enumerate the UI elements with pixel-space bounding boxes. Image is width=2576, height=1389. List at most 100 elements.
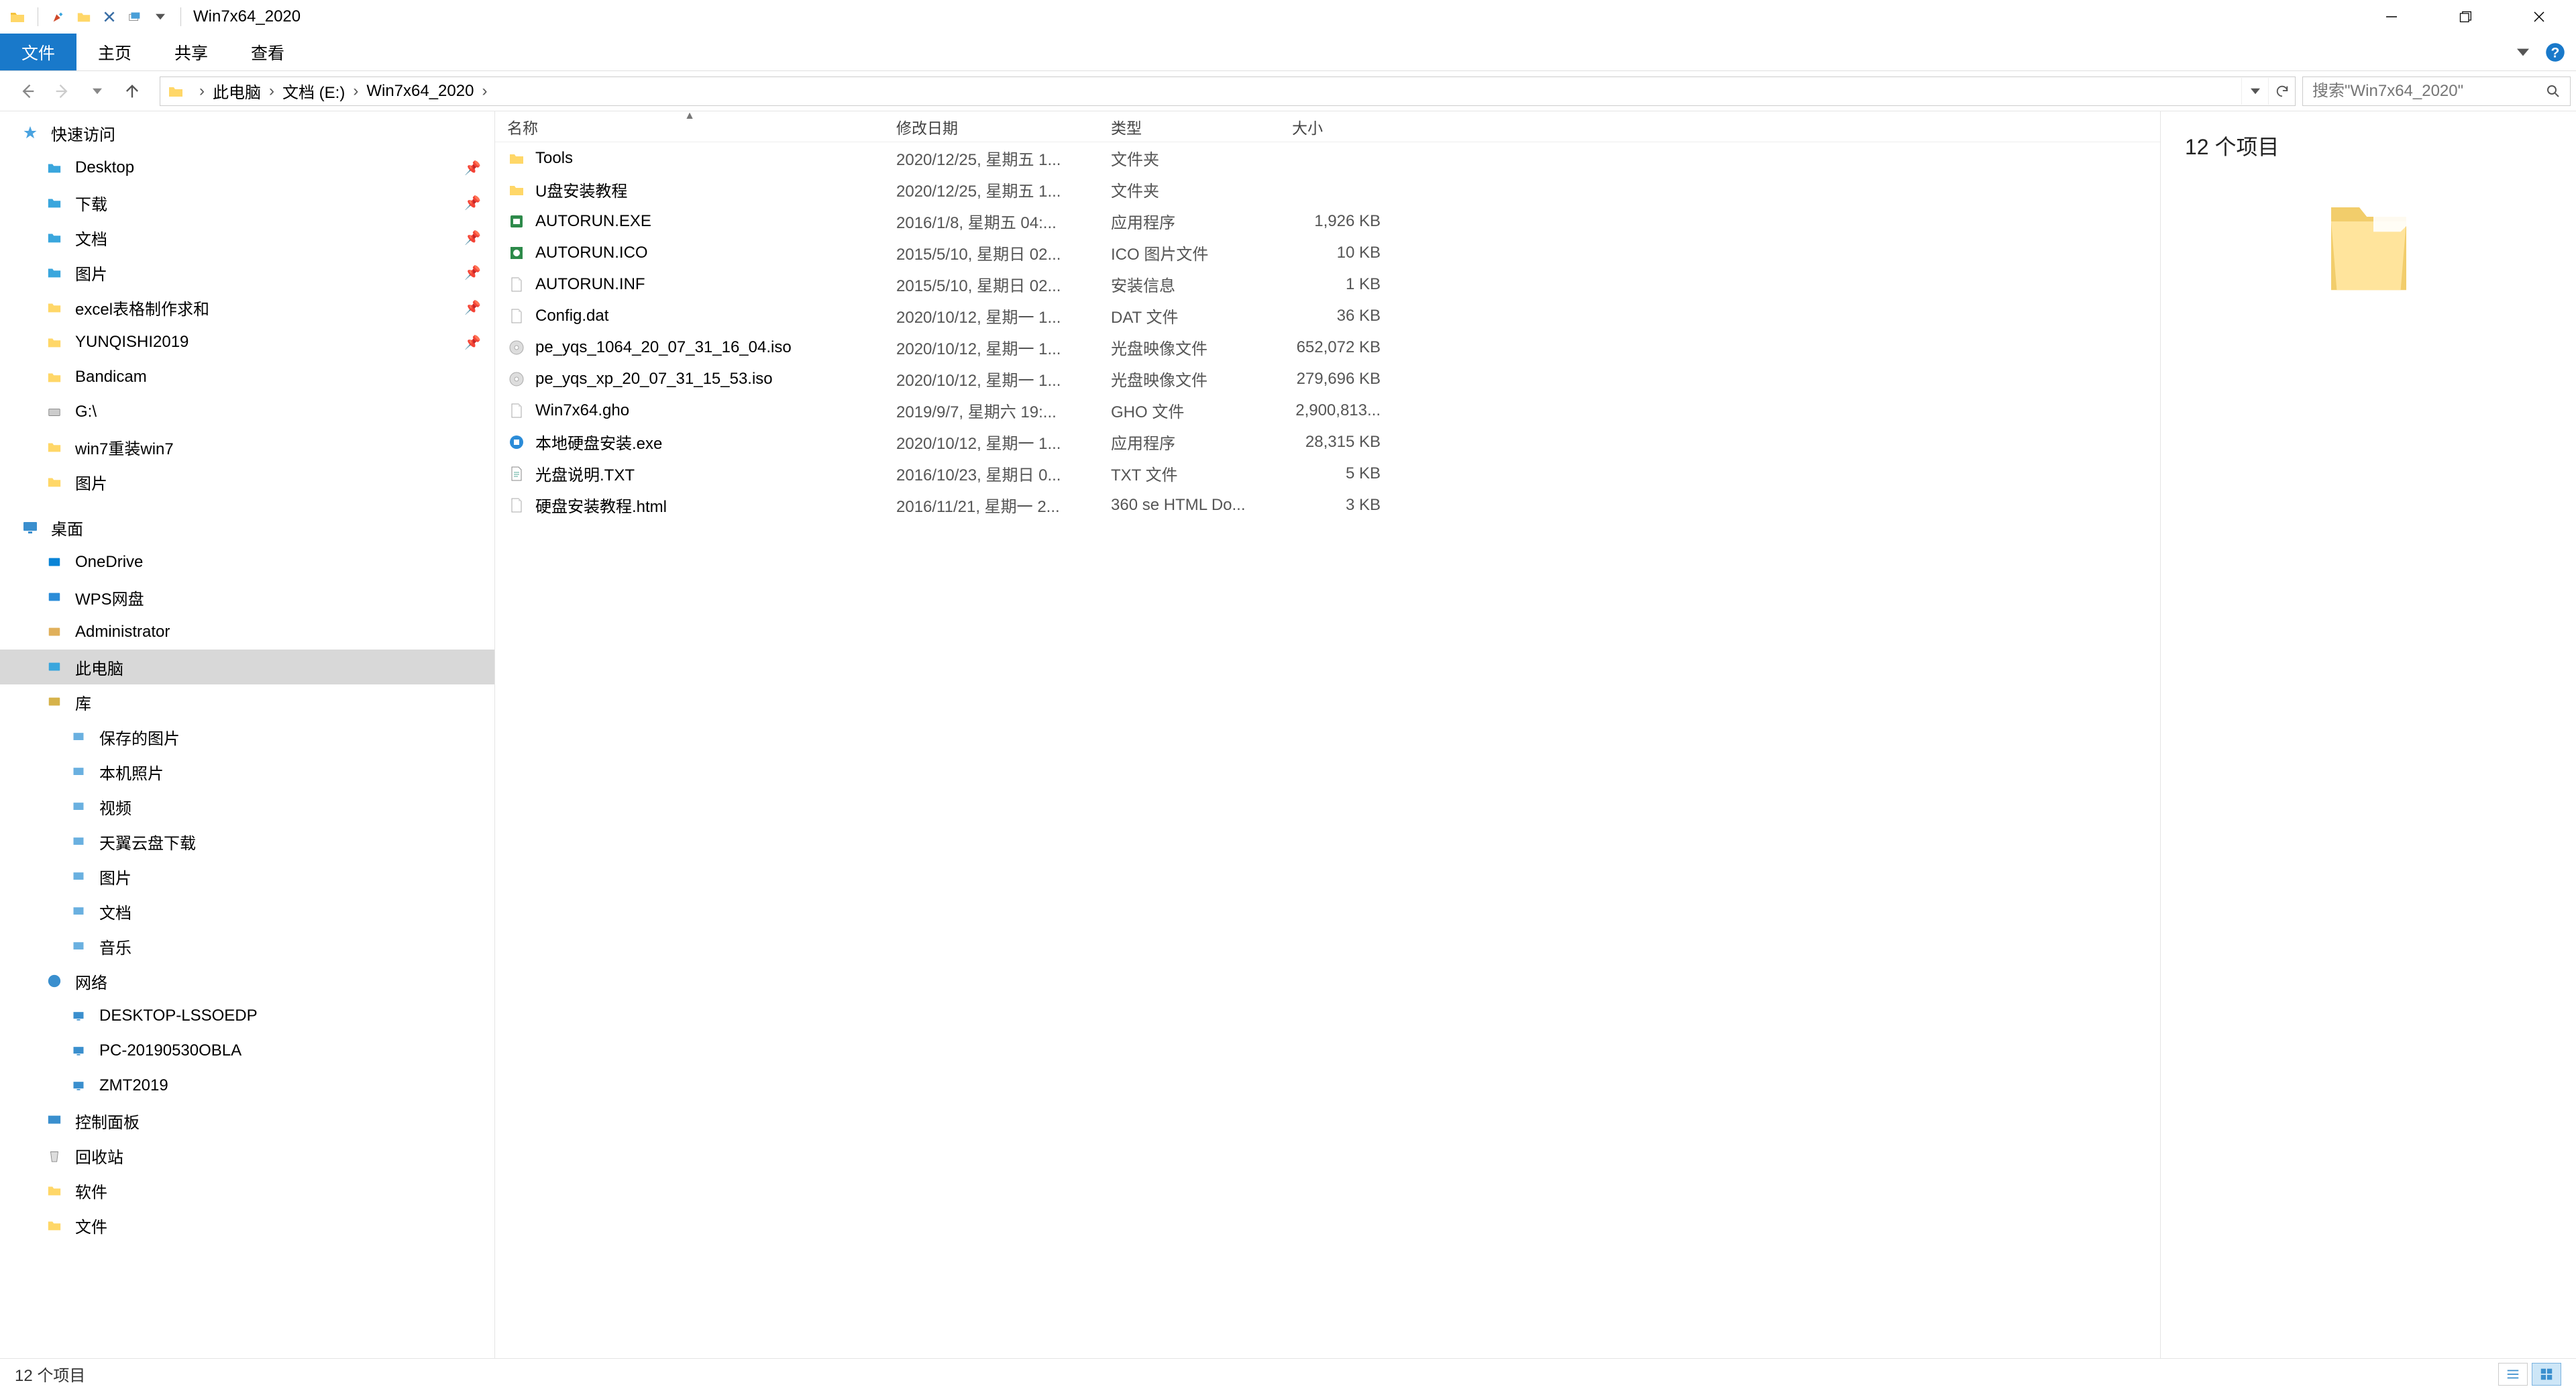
sidebar-item[interactable]: 视频 [0, 789, 494, 824]
sidebar-item[interactable]: 图片📌 [0, 255, 494, 290]
sidebar-item[interactable]: 此电脑 [0, 650, 494, 684]
tab-file[interactable]: 文件 [0, 34, 76, 70]
library-icon [68, 727, 89, 747]
help-icon[interactable]: ? [2544, 41, 2567, 64]
folder-icon [44, 1180, 64, 1200]
breadcrumb-segment[interactable]: 文档 (E:)› [282, 79, 366, 103]
column-type[interactable]: 类型 [1099, 111, 1280, 142]
folder-icon [44, 1215, 64, 1235]
sidebar-item[interactable]: 图片 [0, 859, 494, 894]
file-list[interactable]: 名称▲ 修改日期 类型 大小 Tools2020/12/25, 星期五 1...… [495, 111, 2160, 1358]
file-icon [507, 464, 526, 483]
file-row[interactable]: 硬盘安装教程.html2016/11/21, 星期一 2...360 se HT… [495, 489, 2160, 521]
file-row[interactable]: 光盘说明.TXT2016/10/23, 星期日 0...TXT 文件5 KB [495, 458, 2160, 489]
file-row[interactable]: AUTORUN.ICO2015/5/10, 星期日 02...ICO 图片文件1… [495, 237, 2160, 268]
file-icon [507, 212, 526, 231]
folder-icon [44, 227, 64, 248]
file-row[interactable]: 本地硬盘安装.exe2020/10/12, 星期一 1...应用程序28,315… [495, 426, 2160, 458]
close-button[interactable] [2502, 0, 2576, 34]
tab-view[interactable]: 查看 [229, 34, 306, 70]
sidebar-item[interactable]: G:\ [0, 395, 494, 429]
tab-home[interactable]: 主页 [76, 34, 153, 70]
up-button[interactable] [121, 80, 144, 103]
view-details-button[interactable] [2498, 1363, 2528, 1386]
address-dropdown-icon[interactable] [2241, 78, 2268, 105]
breadcrumb-segment[interactable]: Win7x64_2020› [366, 82, 495, 101]
search-box[interactable] [2302, 76, 2571, 106]
sidebar-item[interactable]: 文档 [0, 894, 494, 929]
status-text: 12 个项目 [15, 1362, 85, 1386]
tree-quick-access[interactable]: 快速访问 [0, 115, 494, 150]
sidebar-item[interactable]: win7重装win7 [0, 429, 494, 464]
sidebar-item[interactable]: 文档📌 [0, 220, 494, 255]
file-icon [507, 338, 526, 357]
sidebar-item[interactable]: Bandicam [0, 360, 494, 395]
column-date[interactable]: 修改日期 [884, 111, 1099, 142]
file-icon [507, 401, 526, 420]
file-icon [507, 433, 526, 452]
file-row[interactable]: AUTORUN.INF2015/5/10, 星期日 02...安装信息1 KB [495, 268, 2160, 300]
qat-properties-icon[interactable] [46, 5, 70, 29]
sidebar-item[interactable]: ZMT2019 [0, 1068, 494, 1103]
item-icon [44, 587, 64, 607]
breadcrumb-segment[interactable]: 此电脑› [213, 79, 282, 103]
tree-recycle-bin[interactable]: 回收站 [0, 1138, 494, 1173]
history-dropdown-icon[interactable] [86, 80, 109, 103]
file-row[interactable]: Tools2020/12/25, 星期五 1...文件夹 [495, 142, 2160, 174]
refresh-button[interactable] [2268, 78, 2295, 105]
maximize-button[interactable] [2428, 0, 2502, 34]
sidebar-item[interactable]: DESKTOP-LSSOEDP [0, 998, 494, 1033]
sidebar-item[interactable]: 音乐 [0, 929, 494, 964]
file-row[interactable]: pe_yqs_xp_20_07_31_15_53.iso2020/10/12, … [495, 363, 2160, 395]
back-button[interactable] [16, 80, 39, 103]
qat-rename-icon[interactable] [123, 5, 147, 29]
navigation-tree[interactable]: 快速访问 Desktop📌下载📌文档📌图片📌excel表格制作求和📌YUNQIS… [0, 111, 495, 1358]
minimize-button[interactable] [2355, 0, 2428, 34]
ribbon-tabs: 文件 主页 共享 查看 ? [0, 34, 2576, 71]
qat-new-folder-icon[interactable] [72, 5, 96, 29]
search-input[interactable] [2303, 82, 2536, 101]
sidebar-item[interactable]: 天翼云盘下载 [0, 824, 494, 859]
file-row[interactable]: AUTORUN.EXE2016/1/8, 星期五 04:...应用程序1,926… [495, 205, 2160, 237]
sidebar-item[interactable]: 本机照片 [0, 754, 494, 789]
sidebar-item[interactable]: 图片 [0, 464, 494, 499]
column-size[interactable]: 大小 [1280, 111, 1394, 142]
forward-button[interactable] [51, 80, 74, 103]
star-icon [20, 123, 40, 143]
folder-icon [44, 193, 64, 213]
item-icon [44, 657, 64, 677]
address-bar[interactable]: › 此电脑› 文档 (E:)› Win7x64_2020› [160, 76, 2296, 106]
sidebar-item[interactable]: PC-20190530OBLA [0, 1033, 494, 1068]
tree-control-panel[interactable]: 控制面板 [0, 1103, 494, 1138]
file-row[interactable]: Win7x64.gho2019/9/7, 星期六 19:...GHO 文件2,9… [495, 395, 2160, 426]
column-name[interactable]: 名称▲ [495, 111, 884, 142]
sidebar-item[interactable]: OneDrive [0, 545, 494, 580]
tree-network[interactable]: 网络 [0, 964, 494, 998]
file-row[interactable]: Config.dat2020/10/12, 星期一 1...DAT 文件36 K… [495, 300, 2160, 331]
file-icon [507, 496, 526, 515]
pin-icon: 📌 [464, 195, 481, 211]
ribbon-expand-icon[interactable] [2512, 41, 2534, 64]
sidebar-item[interactable]: WPS网盘 [0, 580, 494, 615]
sidebar-item[interactable]: Administrator [0, 615, 494, 650]
folder-thumbnail [2322, 188, 2416, 302]
folder-icon [44, 437, 64, 457]
sidebar-item[interactable]: Desktop📌 [0, 150, 494, 185]
network-icon [44, 971, 64, 991]
file-row[interactable]: pe_yqs_1064_20_07_31_16_04.iso2020/10/12… [495, 331, 2160, 363]
tree-desktop-root[interactable]: 桌面 [0, 510, 494, 545]
view-thumbnails-button[interactable] [2532, 1363, 2561, 1386]
file-row[interactable]: U盘安装教程2020/12/25, 星期五 1...文件夹 [495, 174, 2160, 205]
sidebar-item[interactable]: YUNQISHI2019📌 [0, 325, 494, 360]
tree-software[interactable]: 软件 [0, 1173, 494, 1208]
tree-files[interactable]: 文件 [0, 1208, 494, 1243]
qat-dropdown-icon[interactable] [148, 5, 172, 29]
sidebar-item[interactable]: 保存的图片 [0, 719, 494, 754]
sidebar-item[interactable]: 下载📌 [0, 185, 494, 220]
tab-share[interactable]: 共享 [153, 34, 229, 70]
sidebar-item[interactable]: excel表格制作求和📌 [0, 290, 494, 325]
sidebar-item[interactable]: 库 [0, 684, 494, 719]
search-icon[interactable] [2536, 83, 2570, 99]
title-bar: Win7x64_2020 [0, 0, 2576, 34]
qat-delete-icon[interactable] [97, 5, 121, 29]
